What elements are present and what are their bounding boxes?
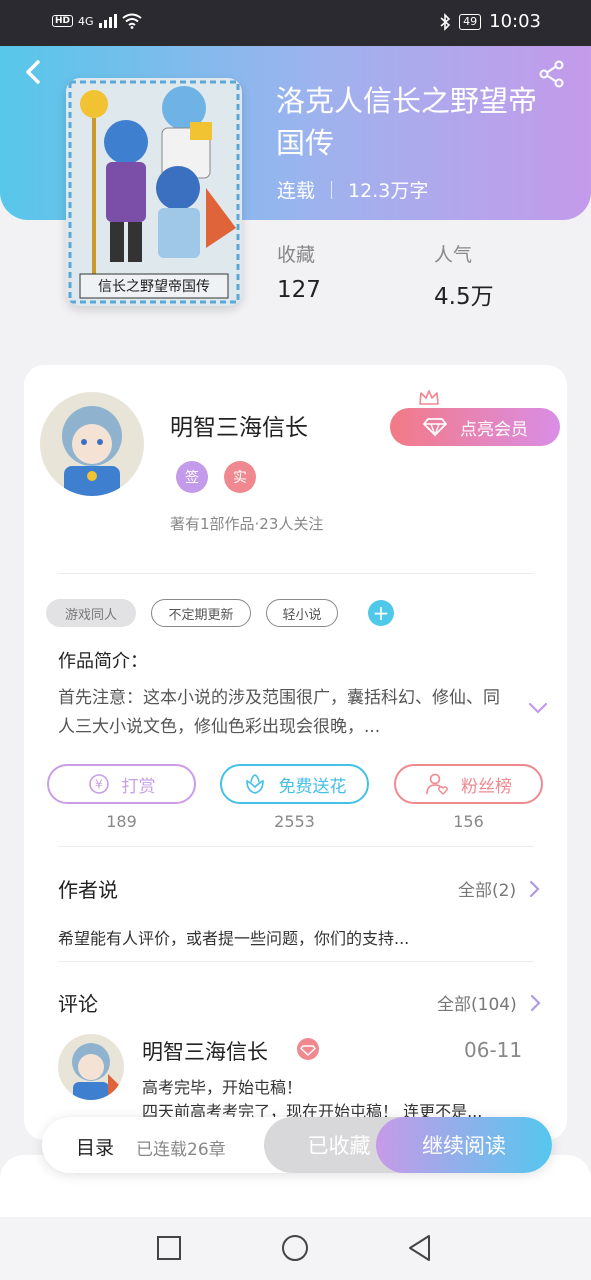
chevron-right-icon	[529, 880, 540, 897]
fan-icon	[426, 773, 448, 795]
divider	[58, 846, 533, 847]
comments-title: 评论	[58, 992, 98, 1016]
diamond-icon	[423, 418, 447, 437]
fan-ranking-label: 粉丝榜	[461, 776, 512, 797]
vip-label: 点亮会员	[460, 419, 528, 440]
author-say-more[interactable]: 全部(2)	[458, 876, 540, 901]
comment-avatar[interactable]	[58, 1034, 124, 1100]
word-count: 12.3万字	[348, 180, 429, 202]
network-label: 4G	[78, 14, 94, 28]
reward-label: 打赏	[121, 776, 156, 797]
divider	[58, 961, 533, 962]
flower-icon	[245, 774, 264, 794]
meta-divider	[331, 180, 333, 199]
avatar-illustration	[58, 1034, 124, 1100]
signal-icon	[98, 14, 117, 28]
comment-date: 06-11	[464, 1038, 523, 1062]
reward-button[interactable]: ¥ 打赏	[47, 764, 196, 804]
author-meta: 著有1部作品·23人关注	[170, 515, 324, 533]
send-flower-label: 免费送花	[278, 776, 347, 797]
tag-irregular-update[interactable]: 不定期更新	[151, 599, 251, 627]
cover-illustration: 信长之野望帝国传	[66, 78, 242, 306]
signed-badge: 签	[176, 461, 208, 493]
stat-value: 4.5万	[434, 284, 494, 310]
author-say-more-label: 全部(2)	[458, 881, 517, 901]
hd-badge: HD	[52, 15, 74, 27]
author-avatar[interactable]	[40, 392, 144, 496]
author-say-text[interactable]: 希望能有人评价，或者提一些问题，你们的支持...	[58, 925, 409, 949]
add-tag-button[interactable]: +	[368, 600, 394, 626]
svg-text:信长之野望帝国传: 信长之野望帝国传	[98, 279, 210, 295]
stat-value: 127	[277, 277, 321, 303]
status-bar: HD 4G 49 10:03	[0, 0, 591, 46]
back-nav-icon[interactable]	[405, 1233, 435, 1263]
fan-ranking-button[interactable]: 粉丝榜	[394, 764, 543, 804]
home-icon[interactable]	[280, 1233, 310, 1263]
reward-count: 189	[106, 812, 137, 831]
svg-text:¥: ¥	[95, 778, 103, 792]
battery-icon: 49	[459, 13, 482, 30]
tag-light-novel[interactable]: 轻小说	[266, 599, 338, 627]
book-title: 洛克人信长之野望帝国传	[276, 84, 538, 160]
flower-count: 2553	[274, 812, 315, 831]
status-left: HD 4G	[52, 13, 142, 29]
stat-label: 收藏	[277, 244, 316, 266]
toc-button[interactable]: 目录	[76, 1133, 114, 1160]
divider	[58, 573, 533, 574]
author-name[interactable]: 明智三海信长	[170, 408, 308, 442]
comments-more-label: 全部(104)	[437, 995, 517, 1015]
recent-apps-icon[interactable]	[154, 1233, 184, 1263]
stat-label: 人气	[434, 244, 473, 266]
system-nav-bar	[0, 1217, 591, 1280]
author-say-title: 作者说	[58, 878, 118, 902]
tag-game-fanfic[interactable]: 游戏同人	[46, 599, 136, 627]
bottom-action-bar: 目录 已连载26章 已收藏 继续阅读	[42, 1117, 552, 1173]
comments-more[interactable]: 全部(104)	[437, 990, 541, 1015]
book-cover[interactable]: 信长之野望帝国传	[66, 78, 242, 306]
vip-diamond-icon	[297, 1038, 319, 1060]
intro-label: 作品简介：	[58, 651, 148, 672]
comment-user[interactable]: 明智三海信长	[142, 1036, 268, 1066]
stat-favorites: 收藏 127	[277, 240, 321, 303]
status-right: 49 10:03	[439, 11, 541, 32]
serial-status: 连载	[277, 180, 316, 202]
chevron-down-icon[interactable]	[527, 700, 549, 716]
coin-icon: ¥	[88, 774, 109, 794]
crown-icon	[419, 390, 439, 405]
wifi-icon	[121, 13, 142, 29]
intro-text[interactable]: 首先注意：这本小说的涉及范围很广，囊括科幻、修仙、同人三大小说文色，修仙色彩出现…	[58, 684, 516, 742]
back-icon[interactable]	[22, 58, 46, 86]
verified-badge: 实	[224, 461, 256, 493]
chapter-count[interactable]: 已连载26章	[136, 1135, 226, 1160]
fan-count: 156	[453, 812, 484, 831]
chevron-right-icon	[530, 994, 541, 1011]
comment-line[interactable]: 高考完毕，开始屯稿！	[142, 1074, 302, 1098]
clock: 10:03	[489, 11, 541, 32]
book-meta: 连载 12.3万字	[277, 176, 428, 203]
bluetooth-icon	[440, 12, 451, 31]
send-flower-button[interactable]: 免费送花	[220, 764, 369, 804]
vip-button[interactable]: 点亮会员	[390, 408, 560, 446]
stat-popularity: 人气 4.5万	[434, 240, 494, 311]
continue-reading-button[interactable]: 继续阅读	[376, 1117, 552, 1173]
avatar-illustration	[40, 392, 144, 496]
